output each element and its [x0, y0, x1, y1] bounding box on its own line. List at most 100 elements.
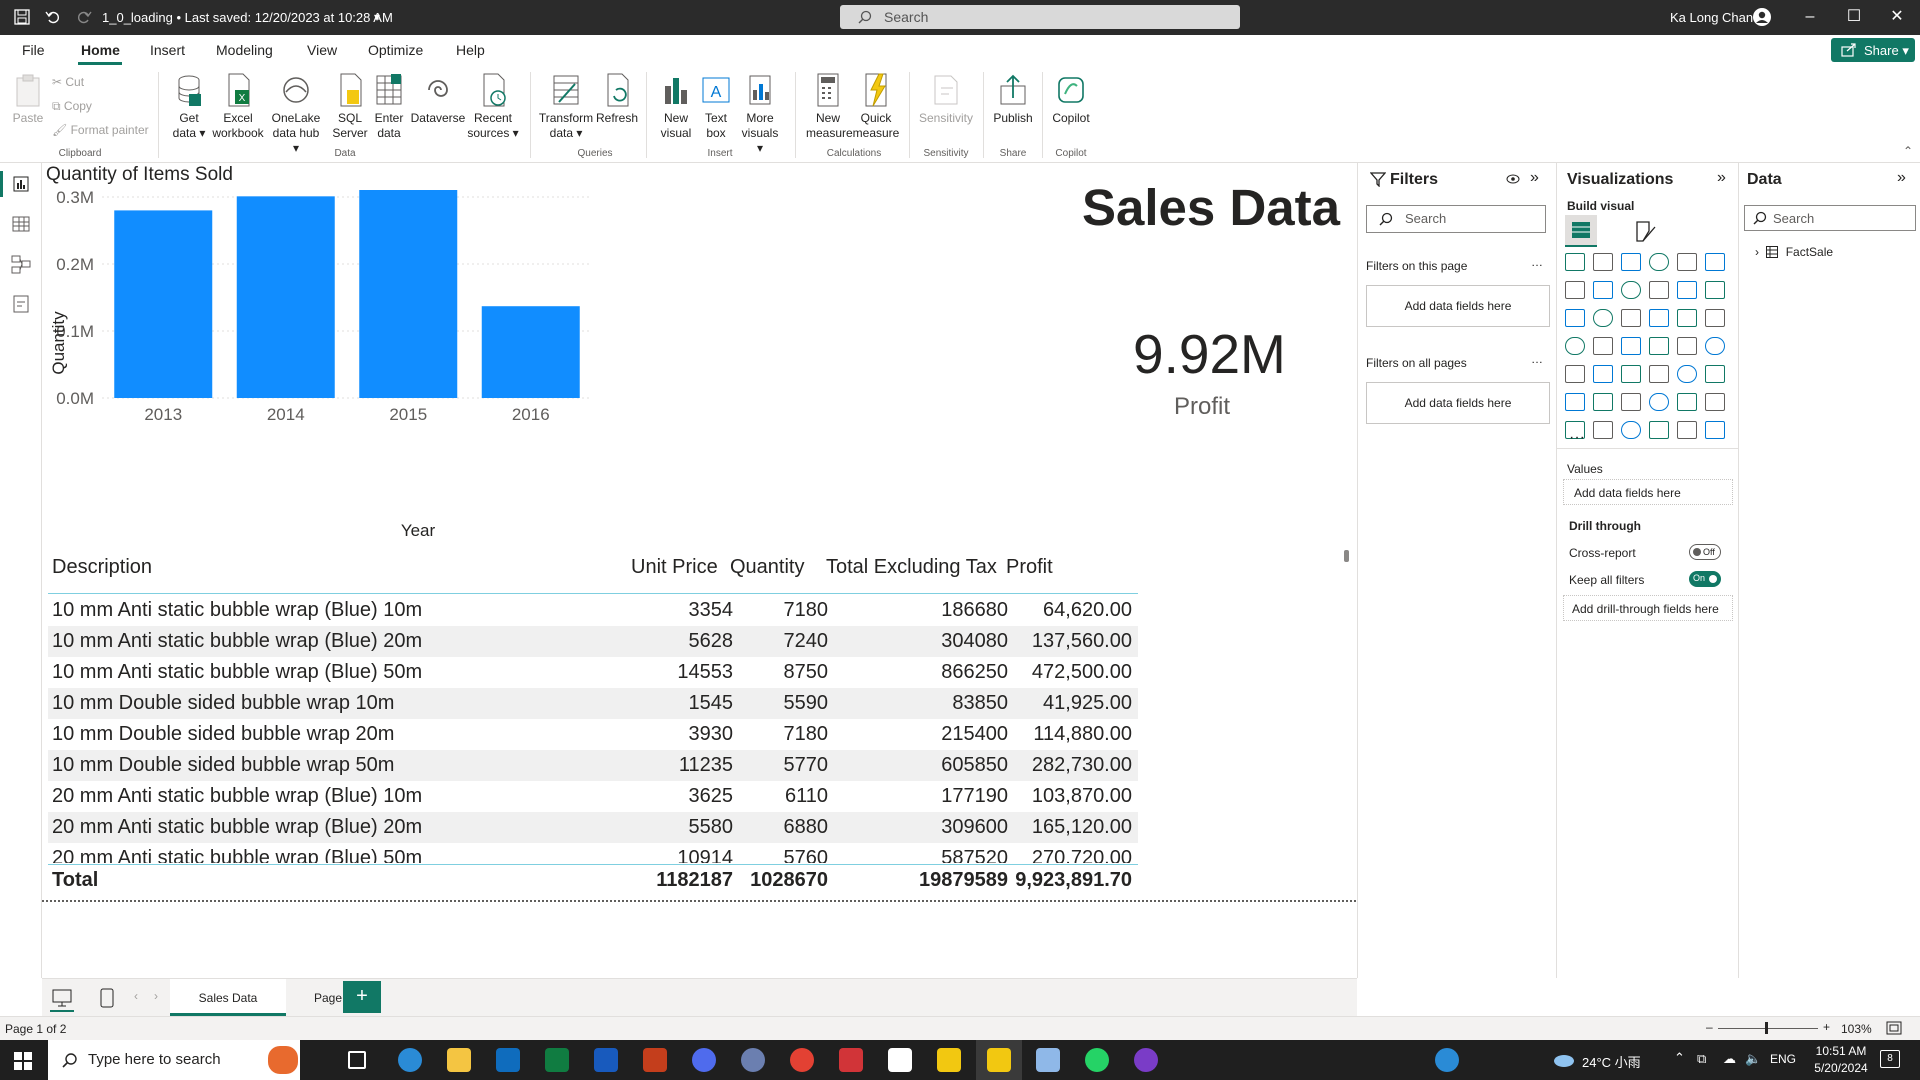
area-icon[interactable] [1593, 281, 1613, 299]
kpi-icon[interactable] [1593, 365, 1613, 383]
document-title[interactable]: 1_0_loading • Last saved: 12/20/2023 at … [102, 10, 393, 25]
cut-button[interactable]: ✂ Cut [52, 75, 84, 89]
matrix-icon[interactable] [1677, 365, 1697, 383]
zoom-slider-thumb[interactable] [1765, 1022, 1768, 1034]
word-icon[interactable] [594, 1048, 618, 1072]
task-view-icon[interactable] [348, 1051, 366, 1069]
100-bar-icon[interactable] [1677, 253, 1697, 271]
line-stacked-icon[interactable] [1565, 309, 1585, 327]
zoom-slider[interactable] [1718, 1028, 1818, 1029]
r-visual-icon[interactable] [1705, 365, 1725, 383]
table-icon[interactable] [1649, 365, 1669, 383]
get-data-button[interactable]: Get data ▾ [166, 72, 212, 141]
table-row[interactable]: 10 mm Anti static bubble wrap (Blue) 50m… [48, 657, 1138, 688]
search-highlight-icon[interactable] [268, 1046, 298, 1074]
filters-all-drop-zone[interactable]: Add data fields here [1366, 382, 1550, 424]
power-bi-icon[interactable] [937, 1048, 961, 1072]
map-icon[interactable] [1565, 337, 1585, 355]
metrics-icon[interactable] [1649, 421, 1669, 439]
dataverse-button[interactable]: Dataverse [410, 72, 466, 126]
power-bi-active-icon[interactable] [987, 1048, 1011, 1072]
menu-help[interactable]: Help [456, 42, 485, 58]
table-row[interactable]: 10 mm Anti static bubble wrap (Blue) 10m… [48, 595, 1138, 626]
user-name[interactable]: Ka Long Chan [1670, 10, 1753, 25]
stacked-area-icon[interactable] [1621, 281, 1641, 299]
menu-modeling[interactable]: Modeling [216, 42, 273, 58]
save-icon[interactable] [14, 9, 30, 25]
funnel-icon[interactable] [1593, 309, 1613, 327]
trophy-icon[interactable] [1705, 421, 1725, 439]
more-visuals-button[interactable]: More visuals ▾ [738, 72, 782, 156]
wifi-icon[interactable]: ☁ [1723, 1051, 1736, 1067]
menu-insert[interactable]: Insert [150, 42, 185, 58]
table-row[interactable]: 10 mm Anti static bubble wrap (Blue) 20m… [48, 626, 1138, 657]
card-icon[interactable] [1705, 337, 1725, 355]
filters-search[interactable]: Search [1366, 205, 1546, 233]
collapse-ribbon-icon[interactable]: ⌃ [1903, 144, 1913, 158]
clustered-bar-icon[interactable] [1621, 253, 1641, 271]
publish-button[interactable]: Publish [990, 72, 1036, 126]
clustered-column-icon[interactable] [1649, 253, 1669, 271]
maximize-button[interactable]: ☐ [1839, 6, 1869, 28]
app-icon[interactable] [692, 1048, 716, 1072]
network-icon[interactable]: ⧉ [1697, 1051, 1706, 1067]
treemap-icon[interactable] [1705, 309, 1725, 327]
column-header-profit[interactable]: Profit [1006, 556, 1053, 579]
python-icon[interactable] [1565, 393, 1585, 411]
cross-report-toggle[interactable]: Off [1689, 544, 1721, 560]
line-column-icon[interactable] [1705, 281, 1725, 299]
eye-icon[interactable] [1506, 173, 1520, 185]
values-drop-zone[interactable]: Add data fields here [1563, 479, 1733, 505]
file-explorer-icon[interactable] [447, 1048, 471, 1072]
line-icon[interactable] [1565, 281, 1585, 299]
bar-2013[interactable] [114, 210, 213, 398]
avatar[interactable] [1752, 7, 1772, 27]
100-column-icon[interactable] [1705, 253, 1725, 271]
table-row[interactable]: 20 mm Anti static bubble wrap (Blue) 20m… [48, 812, 1138, 843]
volume-icon[interactable]: 🔈 [1745, 1051, 1761, 1067]
quick-measure-button[interactable]: Quick measure [852, 72, 900, 141]
model-view-icon[interactable] [10, 253, 32, 275]
text-box-button[interactable]: A Text box [698, 72, 734, 141]
stacked-column-icon[interactable] [1593, 253, 1613, 271]
drill-through-drop-zone[interactable]: Add drill-through fields here [1563, 595, 1733, 621]
app-icon[interactable] [1036, 1048, 1060, 1072]
desktop-layout-icon[interactable] [52, 989, 72, 1007]
column-header-description[interactable]: Description [52, 556, 152, 579]
bar-series[interactable] [114, 190, 580, 398]
filled-map-icon[interactable] [1593, 337, 1613, 355]
new-visual-button[interactable]: New visual [656, 72, 696, 141]
menu-view[interactable]: View [307, 42, 337, 58]
arcgis-icon[interactable] [1621, 421, 1641, 439]
keep-all-filters-toggle[interactable]: On [1689, 571, 1721, 587]
recent-sources-button[interactable]: Recent sources ▾ [466, 72, 520, 141]
column-header-quantity[interactable]: Quantity [730, 556, 804, 579]
column-header-unit-price[interactable]: Unit Price [631, 556, 718, 579]
redo-icon[interactable] [76, 9, 92, 25]
decomposition-tree-icon[interactable] [1621, 393, 1641, 411]
build-visual-tab[interactable] [1565, 215, 1597, 247]
sql-server-button[interactable]: SQL Server [330, 72, 370, 141]
stacked-bar-icon[interactable] [1565, 253, 1585, 271]
close-button[interactable]: ✕ [1882, 6, 1912, 28]
donut-icon[interactable] [1677, 309, 1697, 327]
more-options-icon[interactable]: … [1531, 255, 1543, 269]
bar-2014[interactable] [236, 196, 335, 398]
scroll-left-icon[interactable]: ‹ [134, 989, 138, 1003]
share-button[interactable]: Share ▾ [1831, 38, 1915, 62]
more-options-icon[interactable]: … [1531, 352, 1543, 366]
sensitivity-button[interactable]: Sensitivity [916, 72, 976, 126]
excel-workbook-button[interactable]: X Excel workbook [210, 72, 266, 141]
zoom-level[interactable]: 103% [1841, 1022, 1872, 1036]
add-page-button[interactable]: + [343, 981, 381, 1013]
bar-2016[interactable] [481, 306, 580, 398]
chevron-down-icon[interactable]: ▾ [374, 10, 380, 24]
table-row[interactable]: 10 mm Double sided bubble wrap 50m 11235 5… [48, 750, 1138, 781]
slicer-icon[interactable] [1621, 365, 1641, 383]
report-view-icon[interactable] [10, 173, 32, 195]
shape-map-icon[interactable] [1621, 337, 1641, 355]
visual-type-gallery[interactable] [1565, 253, 1725, 439]
clock-time[interactable]: 10:51 AM [1810, 1044, 1872, 1058]
onelake-button[interactable]: OneLake data hub ▾ [268, 72, 324, 156]
whatsapp-icon[interactable] [1085, 1048, 1109, 1072]
